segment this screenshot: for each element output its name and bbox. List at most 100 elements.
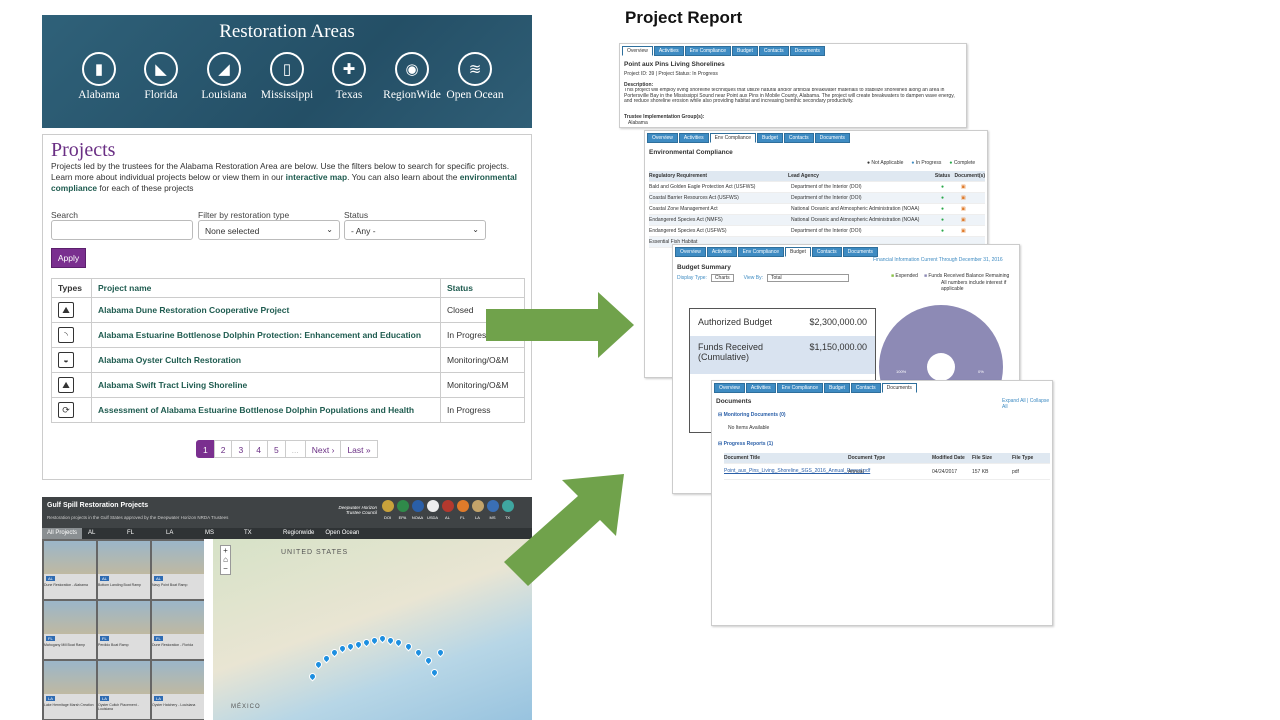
project-marker[interactable]: [307, 671, 318, 682]
tab-contacts[interactable]: Contacts: [850, 383, 881, 393]
tab-all-projects[interactable]: All Projects: [42, 528, 83, 539]
area-louisiana[interactable]: ◢ Louisiana: [189, 52, 259, 101]
area-texas[interactable]: ✚ Texas: [314, 52, 384, 101]
tab-documents[interactable]: Documents: [842, 247, 878, 257]
tab-documents[interactable]: Documents: [814, 133, 850, 143]
tab-contacts[interactable]: Contacts: [783, 133, 814, 143]
thumbnail-label: Navy Point Boat Ramp: [152, 583, 188, 587]
tab-activities[interactable]: Activities: [678, 133, 709, 143]
tab-overview[interactable]: Overview: [675, 247, 706, 257]
agency-logo[interactable]: LA: [470, 500, 485, 520]
project-thumbnail[interactable]: LA Oyster Cultch Placement - Louisiana: [98, 661, 150, 719]
tab-regionwide[interactable]: Regionwide: [278, 528, 319, 539]
status-filter-select[interactable]: - Any - ⌄: [344, 220, 486, 240]
project-name-link[interactable]: Alabama Swift Tract Living Shoreline: [91, 372, 441, 398]
tab-env-compliance[interactable]: Env Compliance: [776, 383, 823, 393]
page-4[interactable]: 4: [249, 440, 268, 458]
project-name-link[interactable]: Alabama Estuarine Bottlenose Dolphin Pro…: [91, 322, 441, 348]
monitoring-docs-toggle[interactable]: ⊟ Monitoring Documents (0): [718, 412, 786, 418]
map-view[interactable]: + ⌂ − UNITED STATES MÉXICO: [213, 539, 532, 720]
progress-reports-toggle[interactable]: ⊟ Progress Reports (1): [718, 441, 773, 447]
document-link[interactable]: Point_aux_Pins_Living_Shoreline_SGS_2016…: [724, 469, 870, 474]
type-filter-select[interactable]: None selected ⌄: [198, 220, 340, 240]
project-thumbnail[interactable]: AL Dune Restoration - Alabama: [44, 541, 96, 599]
project-marker[interactable]: [429, 667, 440, 678]
project-thumbnail[interactable]: LA Oyster Hatchery - Louisiana: [152, 661, 204, 719]
tab-activities[interactable]: Activities: [653, 46, 684, 56]
tab-budget[interactable]: Budget: [756, 133, 783, 143]
project-thumbnail[interactable]: LA Lake Hermitage Marsh Creation: [44, 661, 96, 719]
col-name[interactable]: Project name: [91, 278, 441, 298]
assessment-icon: ⟳: [58, 402, 74, 418]
page-1[interactable]: 1: [196, 440, 215, 458]
tab-tx[interactable]: TX: [239, 528, 277, 539]
project-thumbnail[interactable]: FL Dune Restoration - Florida: [152, 601, 204, 659]
home-icon[interactable]: ⌂: [221, 555, 230, 564]
display-type-select[interactable]: Charts: [710, 274, 734, 282]
agency-logo[interactable]: NOAA: [410, 500, 425, 520]
table-row: Endangered Species Act (USFWS) Department…: [649, 226, 985, 237]
agency-logo[interactable]: FL: [455, 500, 470, 520]
area-mississippi[interactable]: ▯ Mississippi: [252, 52, 322, 101]
tab-al[interactable]: AL: [83, 528, 121, 539]
zoom-out-button[interactable]: −: [221, 564, 230, 573]
project-thumbnail[interactable]: FL Perdido Boat Ramp: [98, 601, 150, 659]
tab-env-compliance[interactable]: Env Compliance: [737, 247, 784, 257]
project-name-link[interactable]: Alabama Oyster Cultch Restoration: [91, 347, 441, 373]
thumbnail-label: Oyster Hatchery - Louisiana: [152, 703, 196, 707]
state-tag: LA: [46, 696, 55, 701]
project-thumbnail[interactable]: FL Mahogany Mill Boat Ramp: [44, 601, 96, 659]
tab-overview[interactable]: Overview: [647, 133, 678, 143]
agency-logo[interactable]: DOI: [380, 500, 395, 520]
project-name-link[interactable]: Assessment of Alabama Estuarine Bottleno…: [91, 397, 441, 423]
project-marker[interactable]: [413, 647, 424, 658]
tab-fl[interactable]: FL: [122, 528, 160, 539]
project-thumbnail[interactable]: AL Navy Point Boat Ramp: [152, 541, 204, 599]
tab-budget[interactable]: Budget: [784, 247, 811, 257]
project-marker[interactable]: [435, 647, 446, 658]
projects-table: Types Project name Status ⛰ Alabama Dune …: [51, 278, 525, 423]
tab-contacts[interactable]: Contacts: [758, 46, 789, 56]
tab-activities[interactable]: Activities: [706, 247, 737, 257]
agency-logo[interactable]: USDA: [425, 500, 440, 520]
last-page-button[interactable]: Last »: [340, 440, 378, 458]
area-alabama[interactable]: ▮ Alabama: [64, 52, 134, 101]
search-input[interactable]: [51, 220, 193, 240]
tab-contacts[interactable]: Contacts: [811, 247, 842, 257]
next-page-button[interactable]: Next ›: [304, 440, 342, 458]
area-regionwide[interactable]: ◉ RegionWide: [377, 52, 447, 101]
project-marker[interactable]: [423, 655, 434, 666]
tab-env-compliance[interactable]: Env Compliance: [709, 133, 756, 143]
project-marker[interactable]: [321, 653, 332, 664]
tab-budget[interactable]: Budget: [823, 383, 850, 393]
tab-overview[interactable]: Overview: [714, 383, 745, 393]
tab-la[interactable]: LA: [161, 528, 199, 539]
tab-overview[interactable]: Overview: [622, 46, 653, 56]
view-by-select[interactable]: Total: [767, 274, 850, 282]
zoom-in-button[interactable]: +: [221, 546, 230, 555]
area-florida[interactable]: ◣ Florida: [126, 52, 196, 101]
agency-logo[interactable]: EPA: [395, 500, 410, 520]
page-3[interactable]: 3: [231, 440, 251, 458]
tab-budget[interactable]: Budget: [731, 46, 758, 56]
project-name-link[interactable]: Alabama Dune Restoration Cooperative Pro…: [91, 297, 441, 323]
page-2[interactable]: 2: [213, 440, 233, 458]
report-tabs: Overview Activities Env Compliance Budget Co…: [714, 383, 918, 393]
tab-env-compliance[interactable]: Env Compliance: [684, 46, 731, 56]
tab-documents[interactable]: Documents: [789, 46, 825, 56]
agency-logo[interactable]: AL: [440, 500, 455, 520]
project-thumbnail[interactable]: AL Bottom Landing Boat Ramp: [98, 541, 150, 599]
page-5[interactable]: 5: [266, 440, 286, 458]
tab-activities[interactable]: Activities: [745, 383, 776, 393]
project-marker[interactable]: [403, 641, 414, 652]
tab-documents[interactable]: Documents: [881, 383, 917, 393]
tab-open-ocean[interactable]: Open Ocean: [320, 528, 364, 539]
project-marker[interactable]: [313, 659, 324, 670]
project-marker[interactable]: [393, 637, 404, 648]
apply-button[interactable]: Apply: [51, 248, 86, 268]
agency-logo[interactable]: MS: [485, 500, 500, 520]
area-open-ocean[interactable]: ≋ Open Ocean: [440, 52, 510, 101]
expand-collapse-links[interactable]: Expand All | Collapse All: [1002, 398, 1052, 410]
tab-ms[interactable]: MS: [200, 528, 238, 539]
interactive-map-link[interactable]: interactive map: [286, 172, 347, 182]
